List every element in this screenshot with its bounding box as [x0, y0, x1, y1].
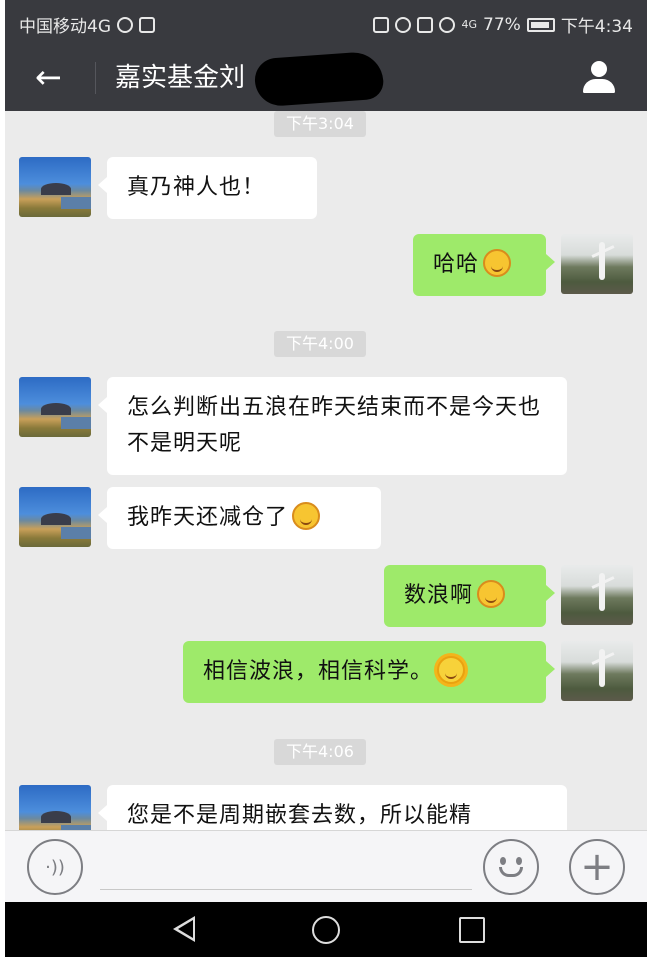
- message-bubble-outgoing[interactable]: 哈哈: [413, 234, 555, 296]
- message-bubble-incoming[interactable]: 您是不是周期嵌套去数，所以能精: [98, 785, 567, 830]
- back-button[interactable]: ←: [35, 59, 62, 95]
- voice-button[interactable]: ·)): [27, 839, 83, 895]
- timestamp: 下午3:04: [274, 111, 366, 137]
- grin-emoji-icon: [477, 580, 506, 608]
- clock: 下午4:34: [560, 17, 633, 37]
- upload-icon: [139, 16, 155, 33]
- status-bar: 中国移动4G 4G 77% 下午4:34: [5, 0, 647, 45]
- person-icon-body: [583, 79, 615, 93]
- message-text: 真乃神人也！: [127, 175, 266, 200]
- message-bubble-incoming[interactable]: 我昨天还减仓了: [98, 487, 381, 549]
- hehe-emoji-icon: [483, 249, 512, 277]
- my-avatar[interactable]: [561, 641, 633, 701]
- nav-home-icon[interactable]: [312, 916, 340, 944]
- eye-comfort-icon: [439, 16, 456, 33]
- timestamp: 下午4:00: [274, 331, 366, 357]
- message-text: 相信波浪，相信科学。: [203, 659, 434, 684]
- emoji-button[interactable]: [483, 839, 539, 895]
- battery-percent: 77%: [483, 14, 521, 35]
- plus-icon: +: [580, 844, 614, 890]
- message-text: 数浪啊: [404, 583, 474, 608]
- arrow-left-icon: ←: [35, 58, 62, 96]
- message-bubble-incoming[interactable]: 怎么判断出五浪在昨天结束而不是今天也不是明天呢: [98, 377, 567, 475]
- alarm-icon: [395, 16, 412, 33]
- message-text: 怎么判断出五浪在昨天结束而不是今天也不是明天呢: [127, 395, 542, 456]
- more-button[interactable]: +: [569, 839, 625, 895]
- person-icon: [591, 61, 607, 77]
- message-bubble-outgoing[interactable]: 相信波浪，相信科学。: [183, 641, 555, 703]
- vibrate-icon: [373, 16, 390, 33]
- carrier-label: 中国移动4G: [19, 17, 111, 37]
- nav-back-icon[interactable]: [173, 916, 195, 942]
- nav-recent-icon[interactable]: [459, 917, 485, 943]
- voice-icon: ·)): [45, 856, 65, 878]
- contact-avatar[interactable]: [19, 487, 91, 547]
- message-text: 我昨天还减仓了: [127, 505, 289, 530]
- timestamp: 下午4:06: [274, 739, 366, 765]
- contact-info-button[interactable]: [581, 59, 617, 95]
- redaction-scribble: [253, 50, 385, 108]
- message-input[interactable]: [100, 889, 472, 890]
- wink-emoji-icon: [292, 502, 321, 530]
- eye-icon: [117, 16, 133, 33]
- input-bar: ·)) +: [5, 830, 647, 902]
- contact-avatar[interactable]: [19, 157, 91, 217]
- header-divider: [95, 62, 96, 94]
- message-list[interactable]: 下午3:04 真乃神人也！ 哈哈 下午4:00 怎么判断出五浪在昨天结束而不是今…: [5, 111, 647, 830]
- message-bubble-incoming[interactable]: 真乃神人也！: [98, 157, 317, 219]
- contact-avatar[interactable]: [19, 785, 91, 830]
- my-avatar[interactable]: [561, 565, 633, 625]
- message-text: 哈哈: [433, 252, 480, 277]
- message-bubble-outgoing[interactable]: 数浪啊: [384, 565, 555, 627]
- system-nav-bar: [5, 902, 647, 957]
- battery-icon: [526, 17, 555, 32]
- signal-icon: 4G: [461, 18, 478, 31]
- smiley-icon: [495, 851, 527, 883]
- chat-header: ← 嘉实基金刘: [5, 45, 647, 111]
- message-text: 您是不是周期嵌套去数，所以能精: [127, 803, 473, 828]
- contact-avatar[interactable]: [19, 377, 91, 437]
- sun-emoji-icon: [437, 656, 466, 684]
- my-avatar[interactable]: [561, 234, 633, 294]
- hd-icon: [417, 16, 434, 33]
- chat-title: 嘉实基金刘: [115, 63, 246, 93]
